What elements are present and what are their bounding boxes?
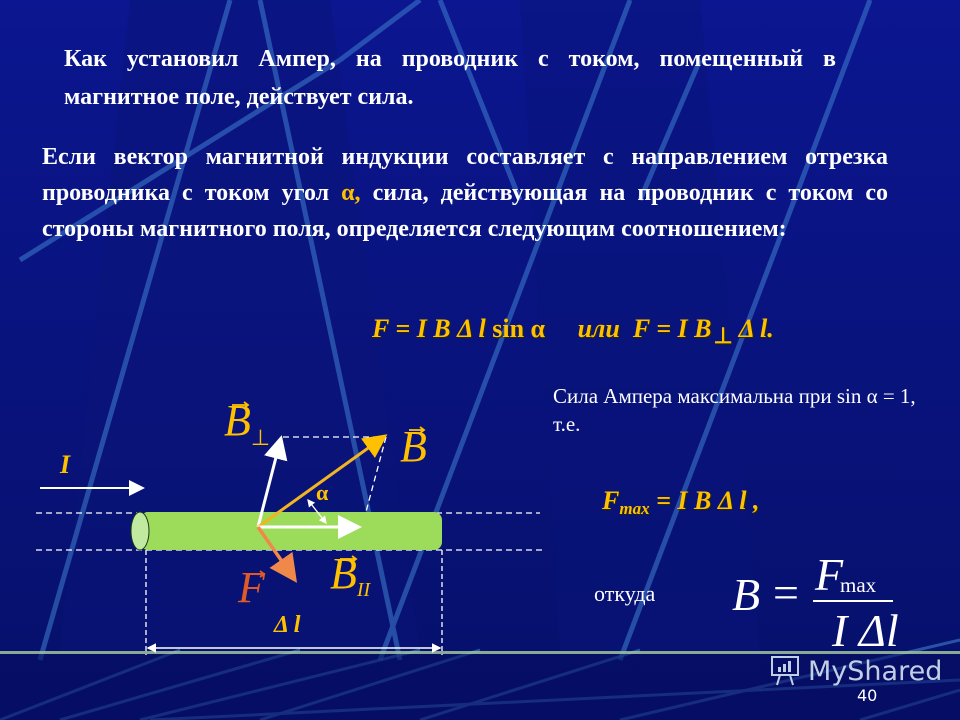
presentation-board-icon: [771, 656, 799, 686]
slide: Как установил Ампер, на проводник с токо…: [0, 0, 960, 720]
slide-number: 40: [857, 686, 878, 705]
fmax-letter: F: [602, 486, 620, 515]
whence-label: откуда: [594, 581, 656, 606]
max-force-note: Сила Ампера максимальна при sin α = 1, т…: [553, 384, 916, 436]
conductor: [140, 512, 442, 550]
b-parallel-label: BII: [330, 548, 370, 602]
equation-denominator: I Δl: [832, 605, 899, 656]
b-perp-label: B⊥: [224, 395, 270, 451]
b-perp-subscript: ⊥: [250, 425, 271, 450]
ampere-force-diagram: [36, 401, 545, 655]
length-label: Δ l: [274, 612, 301, 638]
b-label: B: [400, 422, 427, 471]
current-label: I: [60, 450, 71, 479]
equation-equals: =: [773, 567, 799, 618]
b-parallel-subscript: II: [356, 579, 371, 601]
conductor-end: [130, 511, 150, 551]
fmax-formula: Fmax = I B Δ l ,: [602, 486, 759, 519]
alpha-label: α: [316, 480, 329, 505]
b-perp-letter: B: [224, 396, 251, 445]
watermark-text: MyShared: [808, 655, 943, 687]
equation-numerator-subscript: max: [840, 573, 877, 597]
fmax-rest: = I B Δ l ,: [649, 486, 760, 515]
fmax-subscript: max: [619, 499, 650, 518]
watermark: MyShared: [768, 654, 942, 688]
force-label: F: [238, 563, 265, 612]
equation-numerator: F: [815, 549, 844, 600]
b-parallel-letter: B: [330, 549, 357, 598]
fraction-bar: [813, 600, 893, 602]
equation-lhs: B: [732, 569, 761, 620]
